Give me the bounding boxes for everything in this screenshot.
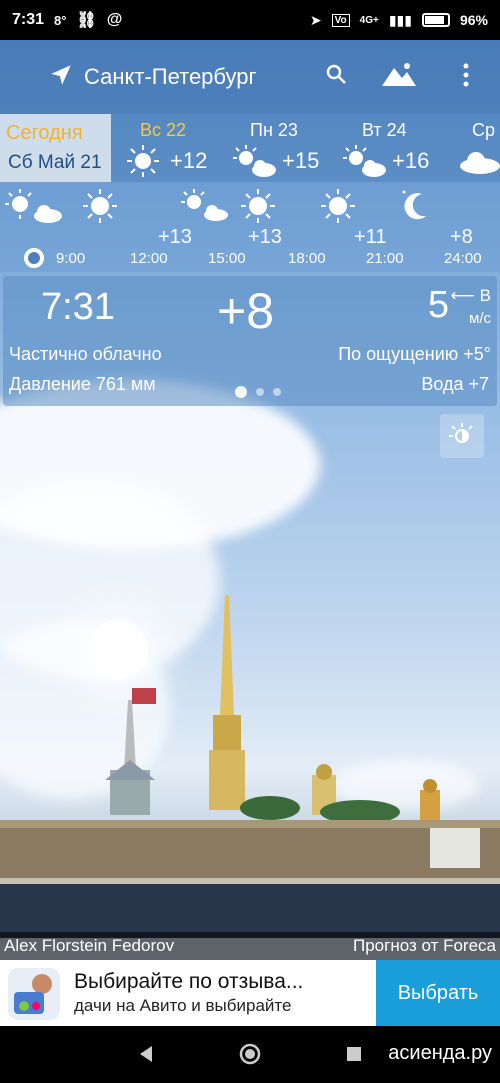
current-time: 7:31	[41, 286, 115, 328]
home-icon[interactable]	[238, 1042, 262, 1066]
signal-icon: ▮▮▮	[388, 11, 412, 28]
location-arrow-icon[interactable]	[48, 62, 74, 88]
search-icon[interactable]	[324, 62, 348, 86]
sun-cloud-icon	[343, 145, 386, 177]
wind-arrow-icon: ⟵	[450, 286, 475, 305]
hour-time: 24:00	[444, 250, 482, 267]
sun-icon	[127, 145, 159, 177]
pressure-text: Давление 761 мм	[9, 374, 156, 394]
sun-phase-icon	[449, 423, 473, 443]
hour-temp: +8	[450, 226, 473, 248]
volte-icon: Vo	[331, 13, 350, 27]
cloud-icon	[460, 152, 500, 174]
forecast-source[interactable]: Прогноз от Foreca	[353, 936, 496, 956]
sun-phase-button[interactable]	[440, 414, 484, 458]
water-temp-text: Вода +7	[421, 374, 489, 394]
condition-text: Частично облачно	[9, 344, 162, 364]
day-label: Вс 22	[140, 120, 187, 140]
hour-time: 18:00	[288, 250, 326, 267]
clock: 7:31	[12, 11, 45, 28]
more-menu-icon[interactable]	[458, 62, 474, 88]
hour-time: 15:00	[208, 250, 246, 267]
today-date: Сб Май 21	[8, 152, 102, 173]
hour-time: 21:00	[366, 250, 404, 267]
day-temp: +12	[170, 148, 208, 173]
hour-time: 12:00	[130, 250, 168, 267]
day-label: Вт 24	[362, 120, 407, 140]
day-label: Ср	[472, 120, 496, 140]
feels-like-text: По ощущению +5°	[338, 344, 491, 364]
city-title[interactable]: Санкт-Петербург	[84, 64, 257, 90]
hour-temp: +11	[354, 226, 387, 248]
ad-subtitle: дачи на Авито и выбирайте	[74, 996, 292, 1015]
network-label: 4G+	[359, 14, 379, 26]
current-conditions-card[interactable]: 7:31 +8 5 ⟵ В м/с Частично облачно Давле…	[3, 276, 497, 406]
page-indicator	[235, 386, 281, 398]
day-item[interactable]: Пн 23 +15	[232, 114, 342, 182]
hour-temp: +13	[248, 226, 282, 248]
link-icon: ⛓	[76, 12, 97, 29]
sun-cloud-icon	[233, 145, 276, 177]
sun-cloud-icon	[181, 189, 228, 221]
battery-icon	[421, 13, 450, 27]
hour-time: 9:00	[56, 250, 86, 267]
moon-icon	[402, 190, 426, 220]
wind-speed: 5	[427, 284, 449, 326]
day-item[interactable]: Вс 22 +12	[124, 114, 234, 182]
temp-notification: 8°	[54, 12, 67, 28]
photo-credit[interactable]: Alex Florstein Fedorov	[4, 936, 174, 956]
ad-cta-button[interactable]: Выбрать	[376, 960, 500, 1026]
wind-direction: ⟵ В	[451, 286, 491, 306]
sun-icon	[321, 189, 355, 223]
daily-forecast: Сегодня Сб Май 21 Вс 22 +12 Пн 23 +15 Вт…	[0, 114, 500, 182]
day-today[interactable]: Сегодня Сб Май 21	[0, 114, 111, 182]
page-dot	[256, 388, 264, 396]
credits-bar: Alex Florstein Fedorov Прогноз от Foreca	[0, 932, 500, 960]
sun-icon	[83, 189, 117, 223]
ad-logo	[8, 968, 60, 1020]
day-item[interactable]: Ср	[452, 114, 500, 182]
current-time-marker	[24, 248, 44, 268]
day-temp: +16	[392, 148, 430, 173]
system-nav-bar: асиенда.ру	[0, 1026, 500, 1083]
day-temp: +15	[282, 148, 320, 173]
at-icon: @	[106, 11, 123, 28]
back-icon[interactable]	[138, 1044, 154, 1064]
page-dot	[273, 388, 281, 396]
ad-title: Выбирайте по отзыва...	[74, 970, 304, 993]
location-icon: ➤	[309, 11, 322, 28]
recents-icon[interactable]	[346, 1046, 362, 1062]
battery-percent: 96%	[459, 12, 488, 28]
landscape-icon[interactable]	[380, 60, 418, 88]
watermark: асиенда.ру	[388, 1042, 492, 1064]
ad-banner[interactable]: Выбирайте по отзыва... дачи на Авито и в…	[0, 960, 500, 1026]
sun-cloud-icon	[5, 189, 62, 223]
hourly-forecast: +13 +13 +11 +8 9:00 12:00 15:00 18:00 21…	[0, 182, 500, 272]
wind-direction-label: В	[479, 286, 491, 305]
today-label: Сегодня	[6, 122, 83, 144]
day-label: Пн 23	[250, 120, 298, 140]
sun-icon	[241, 189, 275, 223]
page-dot-active	[235, 386, 247, 398]
wind-unit: м/с	[469, 310, 491, 327]
app-header: Санкт-Петербург	[0, 40, 500, 114]
status-bar: 7:31 8° ⛓ @ ➤ Vo 4G+ ▮▮▮ 96%	[0, 0, 500, 40]
hour-temp: +13	[158, 226, 192, 248]
current-temp: +8	[217, 283, 275, 339]
day-item[interactable]: Вт 24 +16	[342, 114, 452, 182]
